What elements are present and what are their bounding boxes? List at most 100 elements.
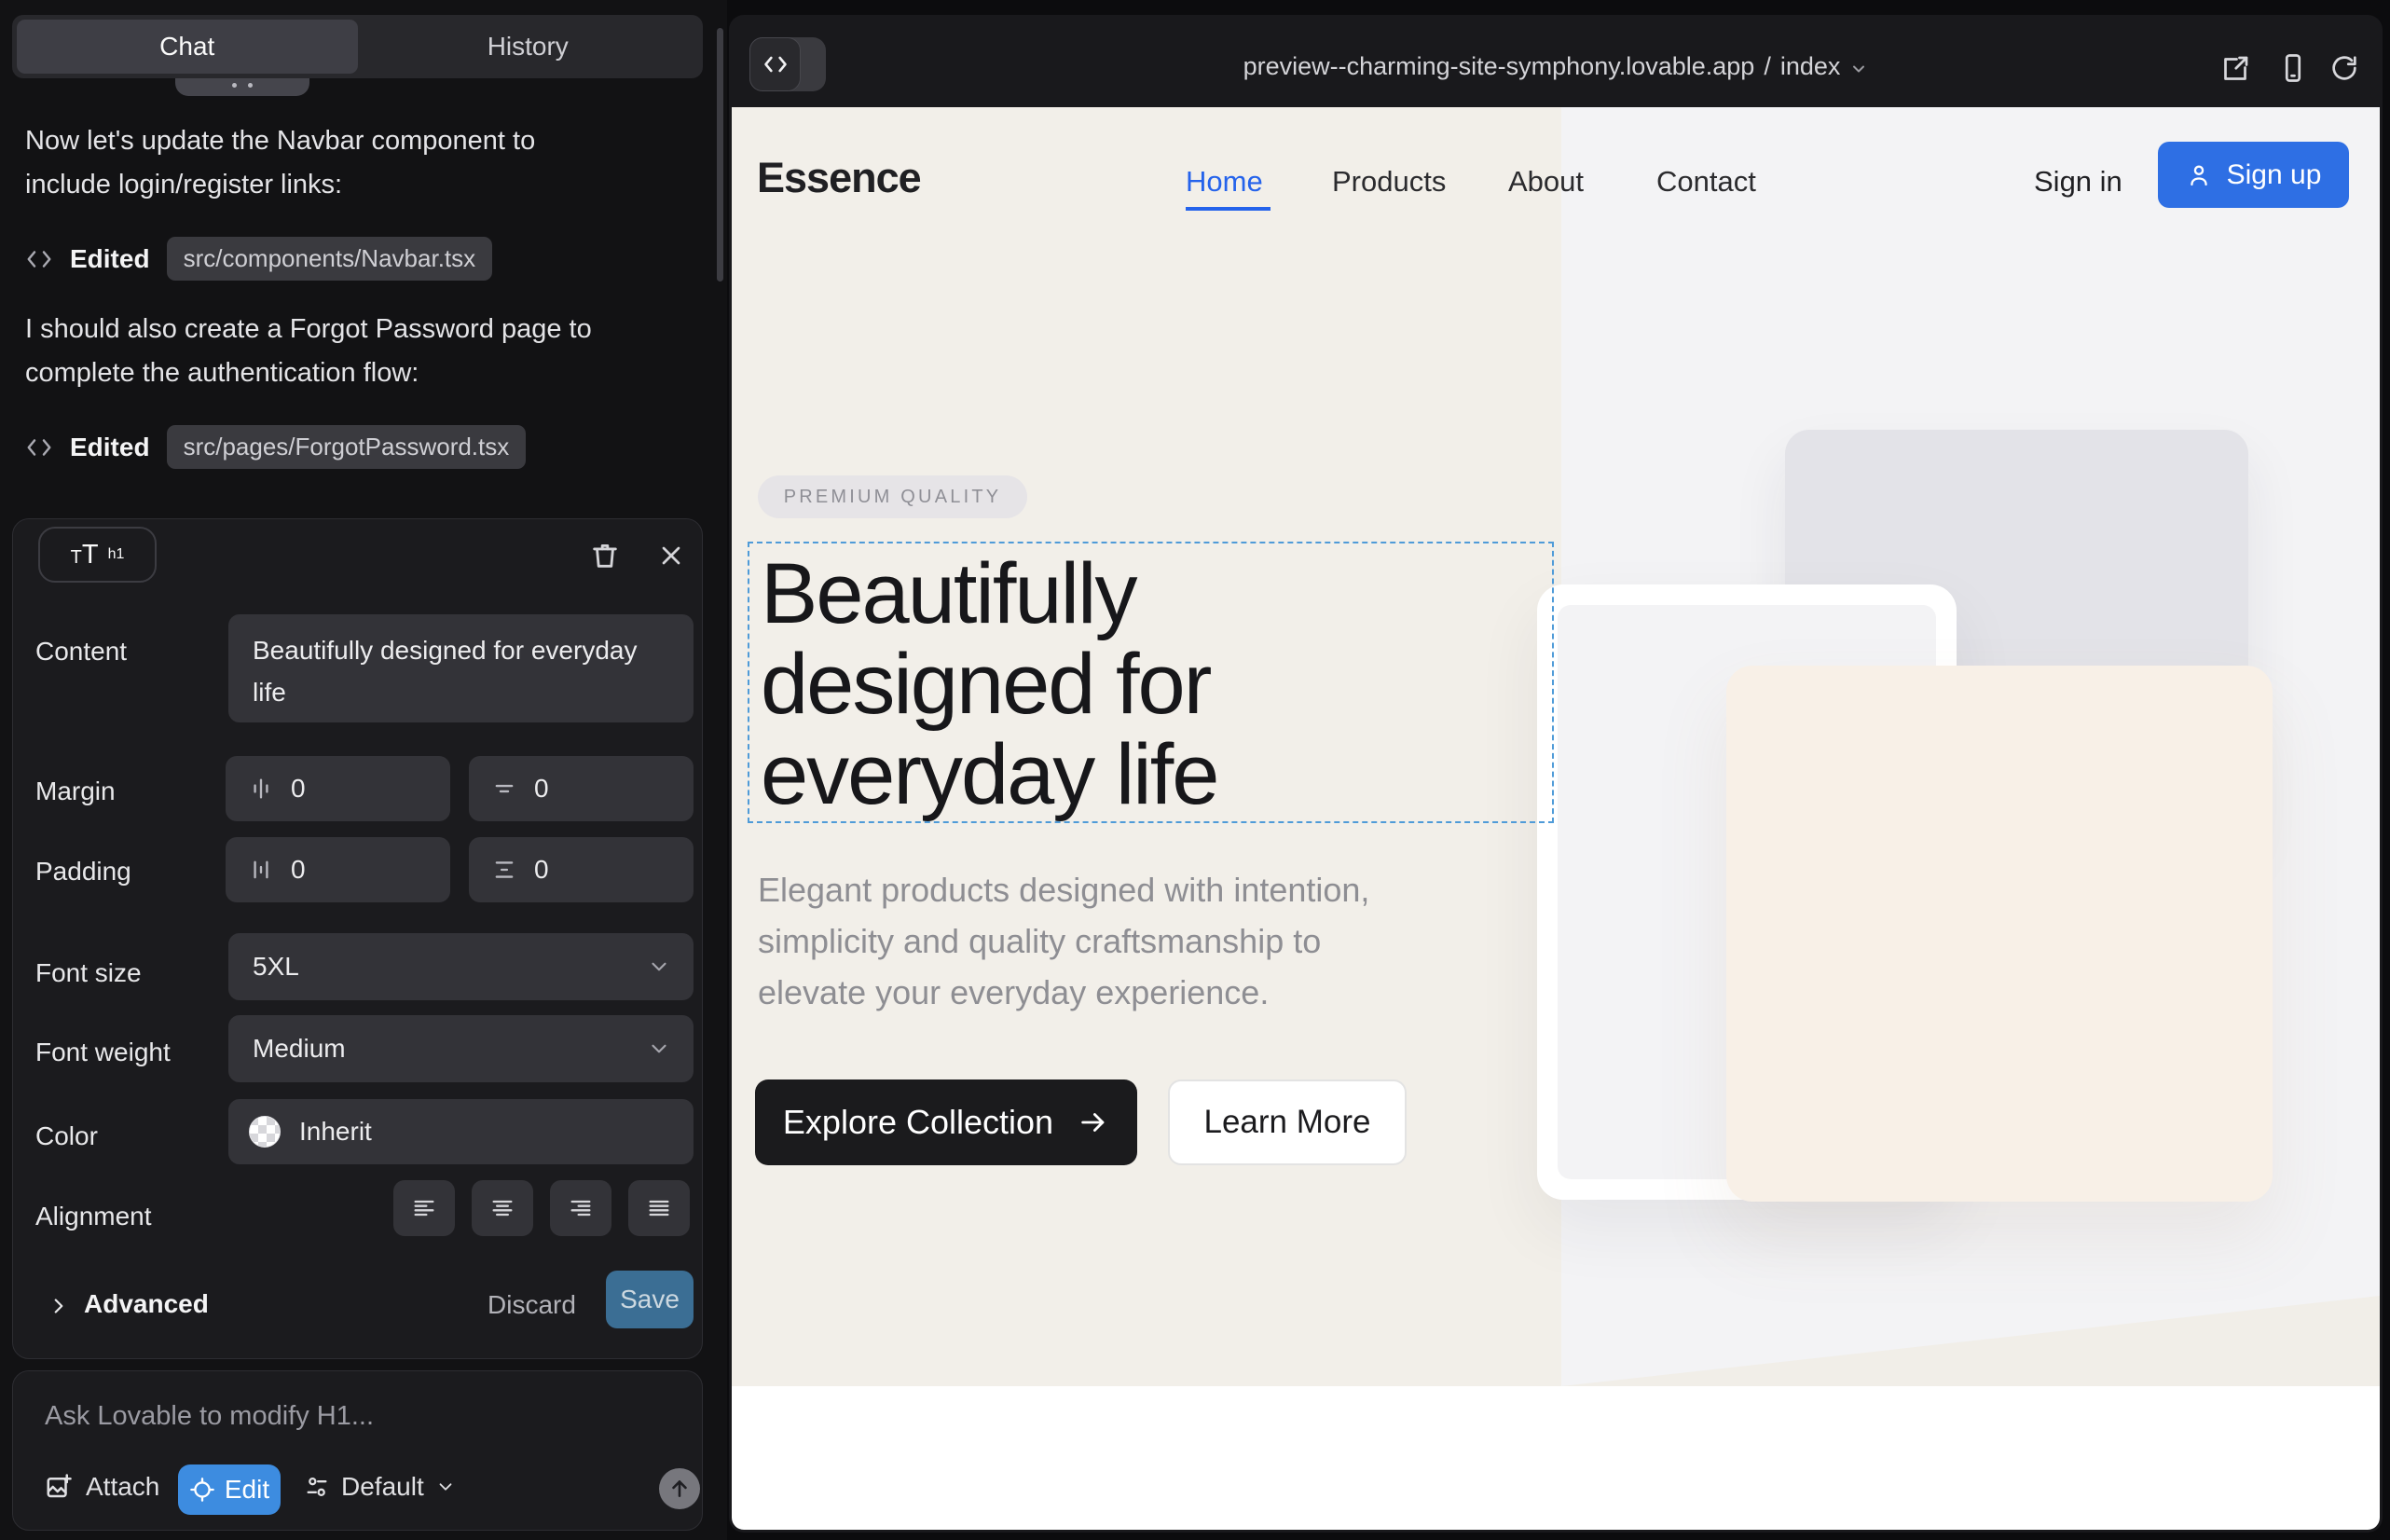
hero-paragraph-line: simplicity and quality craftsmanship to bbox=[758, 915, 1369, 967]
tab-chat[interactable]: Chat bbox=[17, 20, 358, 74]
image-plus-icon bbox=[45, 1473, 73, 1501]
padding-y-value: 0 bbox=[534, 855, 549, 885]
padding-label: Padding bbox=[35, 857, 131, 887]
align-right-button[interactable] bbox=[550, 1180, 611, 1236]
advanced-toggle[interactable]: Advanced bbox=[84, 1289, 209, 1319]
attach-label: Attach bbox=[86, 1472, 159, 1502]
target-icon bbox=[189, 1477, 215, 1503]
font-weight-value: Medium bbox=[253, 1034, 346, 1064]
font-weight-select[interactable]: Medium bbox=[228, 1015, 694, 1082]
preview-url-separator: / bbox=[1764, 52, 1771, 81]
nav-link-contact[interactable]: Contact bbox=[1656, 165, 1756, 199]
refresh-button[interactable] bbox=[2328, 52, 2360, 84]
site-viewport: Essence Home Products About Contact Sign… bbox=[732, 107, 2380, 1530]
edited-label: Edited bbox=[70, 244, 150, 274]
close-inspector-button[interactable] bbox=[656, 541, 686, 571]
attach-button[interactable]: Attach bbox=[45, 1472, 159, 1502]
chat-sidebar: Chat History Now let's update the Navbar… bbox=[0, 0, 727, 1540]
save-button[interactable]: Save bbox=[606, 1271, 694, 1328]
preview-url-dropdown[interactable]: preview--charming-site-symphony.lovable.… bbox=[729, 52, 2383, 81]
explore-collection-button[interactable]: Explore Collection bbox=[755, 1079, 1137, 1165]
margin-x-input[interactable]: 0 bbox=[226, 756, 450, 821]
delete-element-button[interactable] bbox=[589, 540, 621, 571]
decorative-card-beige bbox=[1726, 666, 2273, 1202]
align-right-icon bbox=[568, 1195, 594, 1221]
font-size-select[interactable]: 5XL bbox=[228, 933, 694, 1000]
element-tag-pill[interactable]: TT h1 bbox=[38, 527, 157, 583]
content-textarea[interactable]: Beautifully designed for everyday life bbox=[228, 614, 694, 722]
padding-x-value: 0 bbox=[291, 855, 306, 885]
hero-paragraph-line: elevate your everyday experience. bbox=[758, 967, 1369, 1018]
hero-heading-line: everyday life bbox=[761, 730, 1217, 820]
align-justify-button[interactable] bbox=[628, 1180, 690, 1236]
sign-in-button[interactable]: Sign in bbox=[2034, 165, 2122, 199]
scrolled-badge-partial bbox=[175, 78, 309, 96]
trash-icon bbox=[589, 540, 621, 571]
sidebar-scrollbar[interactable] bbox=[717, 28, 723, 282]
alignment-label: Alignment bbox=[35, 1202, 152, 1231]
hero-heading-line: designed for bbox=[761, 639, 1217, 730]
align-justify-icon bbox=[646, 1195, 672, 1221]
lovable-app-window: Chat History Now let's update the Navbar… bbox=[0, 0, 2390, 1540]
element-tag: h1 bbox=[108, 546, 125, 563]
edit-mode-button[interactable]: Edit bbox=[178, 1464, 281, 1515]
font-size-label: Font size bbox=[35, 958, 142, 988]
align-left-button[interactable] bbox=[393, 1180, 455, 1236]
composer-input[interactable]: Ask Lovable to modify H1... bbox=[45, 1401, 374, 1432]
font-size-value: 5XL bbox=[253, 952, 299, 982]
edited-file-pill[interactable]: src/pages/ForgotPassword.tsx bbox=[167, 425, 527, 469]
element-inspector-panel: TT h1 Content Beautifully designed for e… bbox=[12, 518, 703, 1359]
arrow-right-icon bbox=[1078, 1107, 1109, 1138]
margin-label: Margin bbox=[35, 777, 116, 806]
external-link-icon bbox=[2218, 52, 2252, 86]
margin-x-value: 0 bbox=[291, 774, 306, 804]
explore-collection-label: Explore Collection bbox=[783, 1103, 1053, 1142]
nav-link-products[interactable]: Products bbox=[1332, 165, 1446, 199]
hero-heading-line: Beautifully bbox=[761, 549, 1217, 639]
discard-button[interactable]: Discard bbox=[488, 1290, 576, 1320]
smartphone-icon bbox=[2276, 51, 2310, 85]
padding-vertical-icon bbox=[491, 857, 517, 883]
nav-link-home[interactable]: Home bbox=[1186, 165, 1263, 199]
margin-vertical-icon bbox=[491, 776, 517, 802]
padding-x-input[interactable]: 0 bbox=[226, 837, 450, 902]
hero-heading[interactable]: Beautifully designed for everyday life bbox=[761, 549, 1217, 820]
chat-message: Now let's update the Navbar component to… bbox=[25, 119, 622, 207]
tab-history[interactable]: History bbox=[358, 20, 699, 74]
edited-label: Edited bbox=[70, 433, 150, 462]
nav-link-about[interactable]: About bbox=[1508, 165, 1584, 199]
hero-paragraph-line: Elegant products designed with intention… bbox=[758, 864, 1369, 915]
mobile-view-button[interactable] bbox=[2276, 51, 2310, 85]
model-selector[interactable]: Default bbox=[304, 1472, 456, 1502]
edited-file-row: Edited src/components/Navbar.tsx bbox=[25, 237, 492, 281]
content-label: Content bbox=[35, 637, 127, 667]
chevron-down-icon bbox=[435, 1477, 456, 1497]
model-value: Default bbox=[341, 1472, 424, 1502]
sign-up-button[interactable]: Sign up bbox=[2158, 142, 2349, 208]
chevron-right-icon bbox=[47, 1294, 71, 1318]
margin-y-input[interactable]: 0 bbox=[469, 756, 694, 821]
color-label: Color bbox=[35, 1121, 98, 1151]
sidebar-tab-bar: Chat History bbox=[12, 15, 703, 78]
text-type-icon: TT bbox=[71, 540, 99, 571]
edit-label: Edit bbox=[225, 1475, 269, 1505]
margin-y-value: 0 bbox=[534, 774, 549, 804]
hero-section: Essence Home Products About Contact Sign… bbox=[732, 107, 2380, 1386]
sign-up-label: Sign up bbox=[2227, 159, 2322, 191]
edited-file-row: Edited src/pages/ForgotPassword.tsx bbox=[25, 425, 526, 469]
chevron-down-icon bbox=[647, 955, 671, 979]
preview-url-host: preview--charming-site-symphony.lovable.… bbox=[1243, 52, 1755, 81]
site-logo[interactable]: Essence bbox=[757, 154, 921, 202]
font-weight-label: Font weight bbox=[35, 1038, 171, 1067]
send-button[interactable] bbox=[659, 1468, 700, 1509]
align-center-button[interactable] bbox=[472, 1180, 533, 1236]
learn-more-button[interactable]: Learn More bbox=[1168, 1079, 1407, 1165]
open-in-new-tab-button[interactable] bbox=[2218, 52, 2252, 86]
refresh-icon bbox=[2328, 52, 2360, 84]
color-select[interactable]: Inherit bbox=[228, 1099, 694, 1164]
edited-file-pill[interactable]: src/components/Navbar.tsx bbox=[167, 237, 493, 281]
chat-composer[interactable]: Ask Lovable to modify H1... Attach Edit … bbox=[12, 1370, 703, 1531]
sliders-icon bbox=[304, 1474, 330, 1500]
code-icon bbox=[25, 245, 53, 273]
padding-y-input[interactable]: 0 bbox=[469, 837, 694, 902]
